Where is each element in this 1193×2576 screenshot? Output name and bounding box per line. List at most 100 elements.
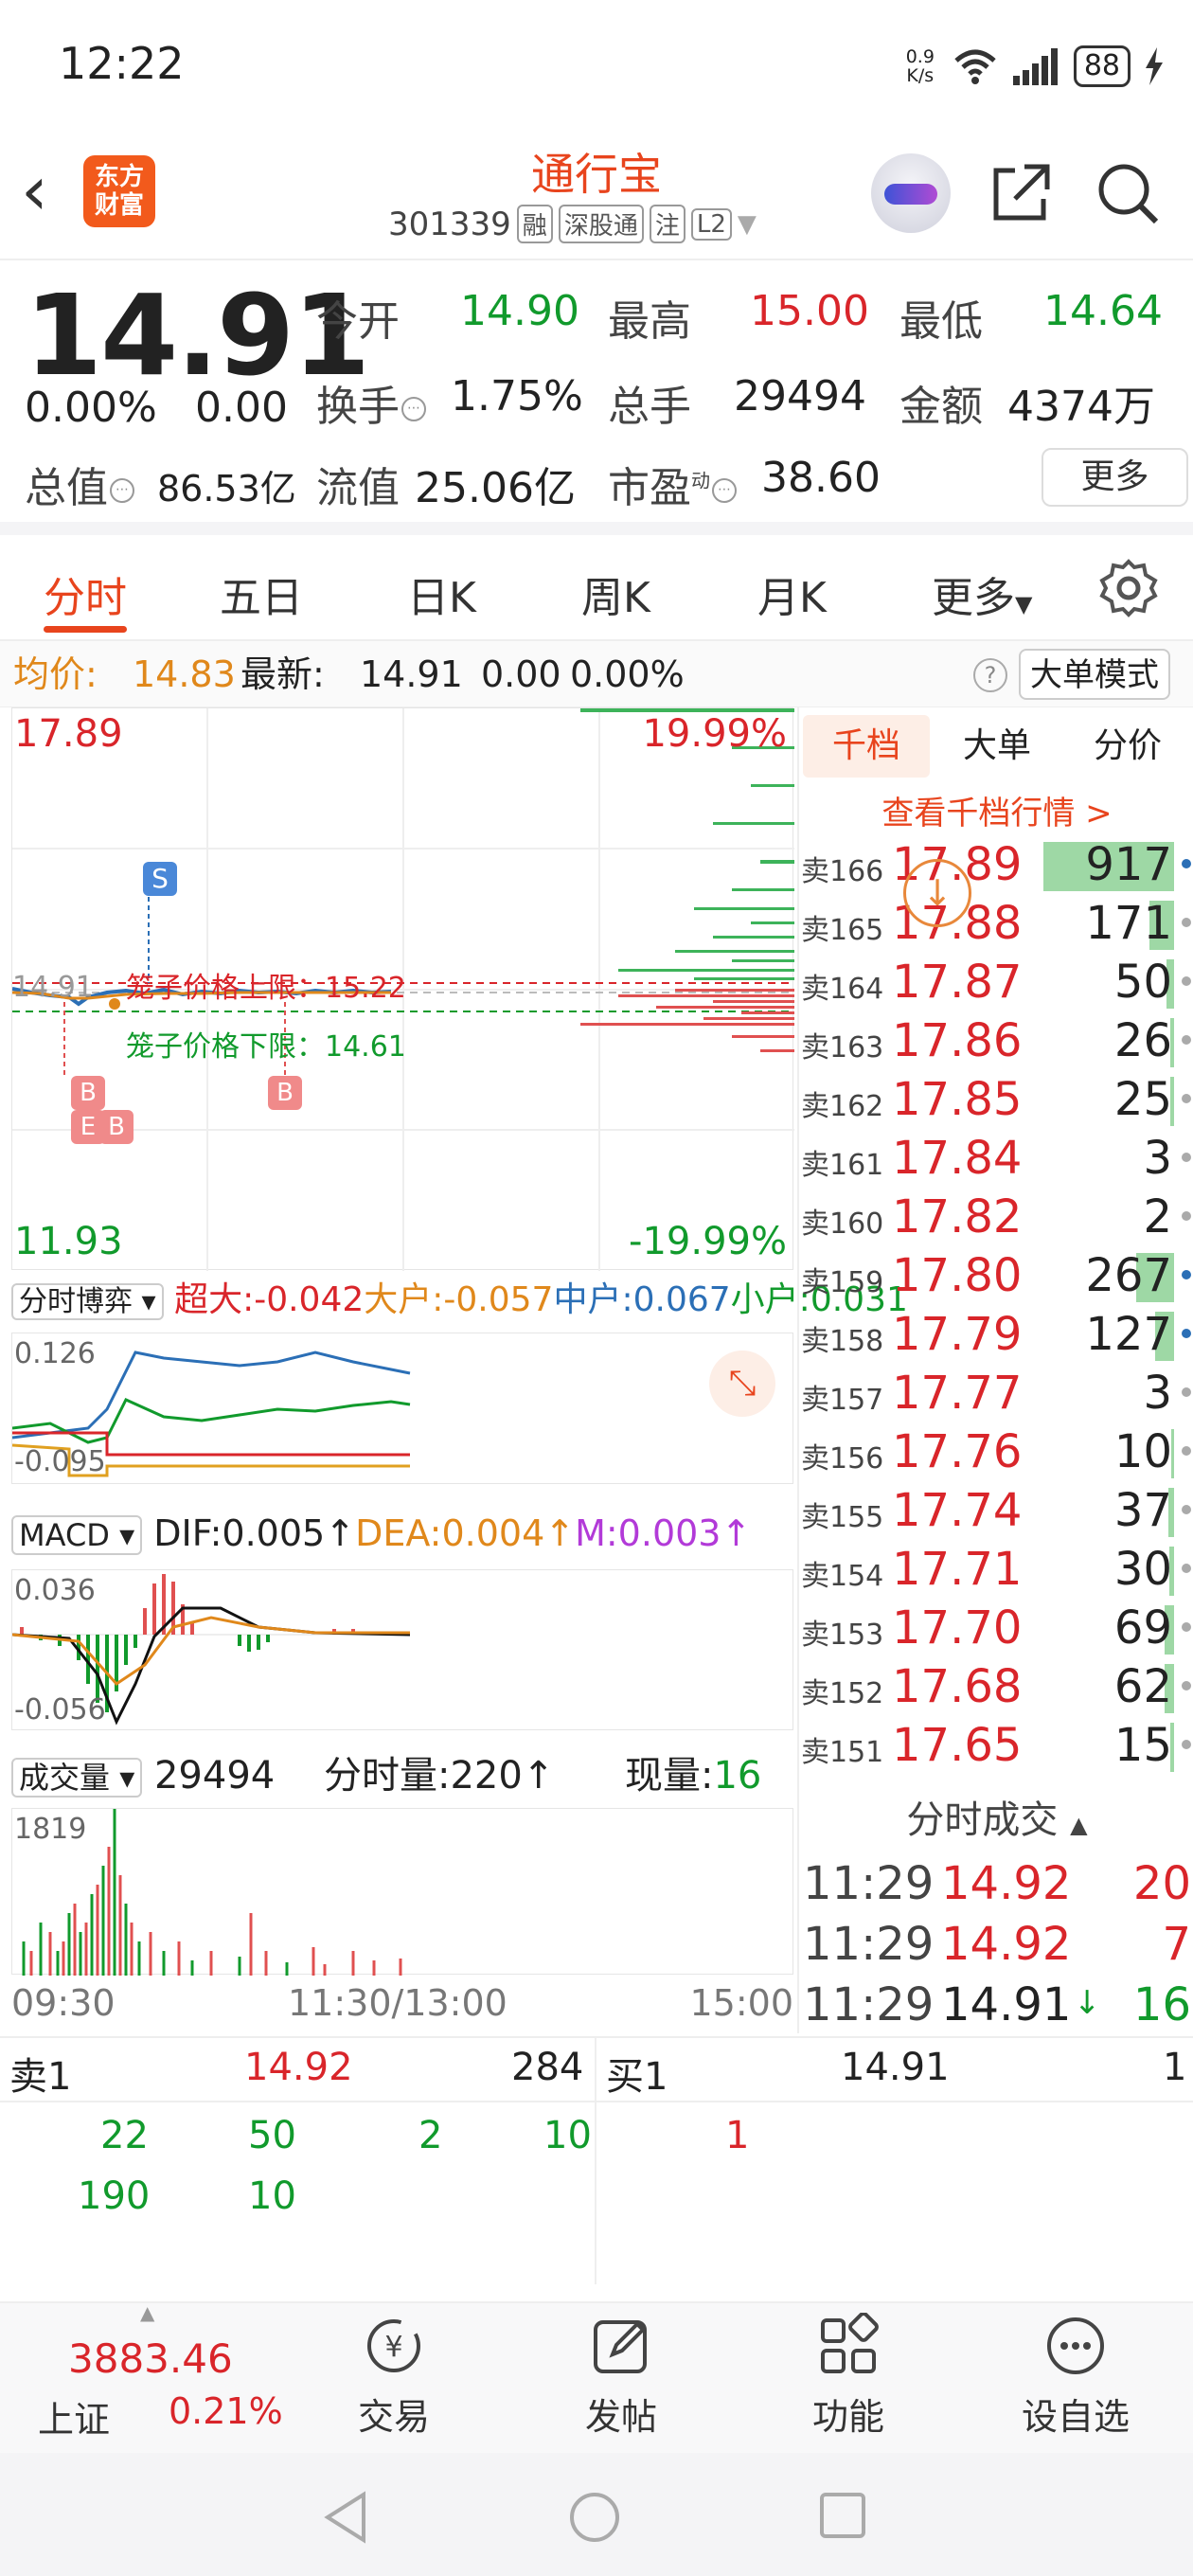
volume-header: 成交量 ▾ 29494 分时量:220↑ 现量:16 — [11, 1747, 793, 1804]
tab-intraday[interactable]: 分时 — [44, 564, 127, 624]
share-icon[interactable] — [987, 159, 1055, 227]
svg-text:¥: ¥ — [384, 2331, 402, 2364]
turnover-label: 换手 ⋯ — [316, 372, 432, 433]
intraday-price-chart[interactable]: 17.89 19.99% 11.93 -19.99% 14.91 笼子价格上限：… — [11, 707, 794, 1271]
pe-value: 38.60 — [761, 454, 881, 502]
super-large-value: -0.042 — [254, 1280, 365, 1319]
tag-margin: 融 — [516, 205, 553, 243]
assistant-robot-icon[interactable] — [871, 153, 951, 233]
nav-functions[interactable]: 功能 — [782, 2312, 915, 2440]
avg-value: 14.83 — [133, 653, 236, 695]
ask-row[interactable]: 卖165 17.88 171 — [799, 893, 1193, 952]
buy-marker[interactable]: B — [268, 1076, 302, 1110]
settings-gear-icon[interactable] — [1098, 558, 1159, 618]
nav-trade[interactable]: ¥ 交易 — [328, 2313, 460, 2440]
macd-dif: DIF:0.005↑ — [153, 1512, 356, 1554]
system-recents-icon[interactable] — [818, 2491, 867, 2540]
ask-row[interactable]: 卖161 17.84 3 — [799, 1128, 1193, 1187]
macd-axis-top: 0.036 — [14, 1574, 96, 1607]
system-back-icon[interactable] — [322, 2491, 369, 2544]
trade-yen-icon: ¥ — [367, 2319, 420, 2372]
volume-select[interactable]: 成交量 ▾ — [11, 1758, 143, 1798]
latest-change-pct: 0.00% — [570, 653, 685, 695]
ask-row[interactable]: 卖158 17.79 127 — [799, 1304, 1193, 1363]
collapse-caret-icon[interactable]: ▲ — [140, 2301, 154, 2324]
grid-functions-icon — [821, 2312, 879, 2373]
ask-row[interactable]: 卖164 17.87 50 — [799, 952, 1193, 1011]
volume-bars — [22, 1809, 402, 1976]
stock-code-line[interactable]: 301339 融 深股通 注 L2 ▼ — [388, 205, 757, 243]
ask-row[interactable]: 卖157 17.77 3 — [799, 1363, 1193, 1422]
ask-row[interactable]: 卖159 17.80 267 — [799, 1245, 1193, 1304]
index-value[interactable]: 3883.46 — [68, 2335, 233, 2382]
amount-label: 金额 — [899, 383, 983, 431]
open-label: 今开 — [316, 297, 400, 346]
big-order-mode-button[interactable]: 大单模式 — [1019, 649, 1170, 700]
tick-trade-row: 11:29 14.91 ↓ 16 — [803, 1978, 1191, 2031]
tab-monthly-k[interactable]: 月K — [757, 564, 827, 624]
tab-weekly-k[interactable]: 周K — [581, 564, 650, 624]
ask-row[interactable]: 卖166 17.89 917 — [799, 834, 1193, 893]
tab-five-day[interactable]: 五日 — [220, 564, 303, 624]
active-tab-underline — [44, 626, 127, 633]
buy-marker[interactable]: B — [71, 1076, 105, 1110]
ask-row[interactable]: 卖154 17.71 30 — [799, 1539, 1193, 1598]
order-book-panel: 千档 大单 分价 查看千档行情 > 卖166 17.89 917 卖165 17.88… — [797, 707, 1193, 2033]
search-icon[interactable] — [1094, 159, 1162, 227]
caret-down-icon: ▼ — [737, 209, 757, 239]
ask-row[interactable]: 卖155 17.74 37 — [799, 1480, 1193, 1539]
ask-row[interactable]: 卖163 17.86 26 — [799, 1011, 1193, 1069]
tag-registered: 注 — [649, 205, 686, 243]
game-indicator-select[interactable]: 分时博弈 ▾ — [11, 1283, 164, 1320]
sell-marker[interactable]: S — [143, 862, 177, 896]
ask-row[interactable]: 卖153 17.70 69 — [799, 1598, 1193, 1656]
index-percent[interactable]: 0.21% — [169, 2390, 283, 2432]
scroll-down-icon[interactable]: ↓ — [903, 859, 971, 927]
tab-thousand-levels[interactable]: 千档 — [803, 715, 930, 778]
game-indicator-chart[interactable]: 0.126 -0.095 ⤡ — [11, 1333, 793, 1484]
more-quote-button[interactable]: 更多 — [1042, 448, 1188, 507]
sell-queue-item: 190 — [78, 2174, 151, 2218]
tab-daily-k[interactable]: 日K — [407, 564, 476, 624]
info-icon: ⋯ — [712, 478, 737, 503]
average-price-bar: 均价: 14.83 最新: 14.91 0.00 0.00% ? 大单模式 — [0, 641, 1193, 707]
volume-axis-top: 1819 — [14, 1813, 87, 1846]
high-label: 最高 — [608, 297, 691, 346]
time-axis-start: 09:30 — [11, 1982, 116, 2024]
macd-dea: DEA:0.004↑ — [355, 1512, 576, 1554]
tick-trades-title[interactable]: 分时成交 ▲ — [799, 1789, 1193, 1844]
latest-value: 14.91 — [360, 653, 463, 695]
tab-big-orders[interactable]: 大单 — [934, 715, 1060, 778]
ask-row[interactable]: 卖162 17.85 25 — [799, 1069, 1193, 1128]
expand-icon[interactable]: ⤡ — [709, 1351, 775, 1417]
edit-post-icon — [594, 2320, 647, 2373]
system-home-icon[interactable] — [568, 2491, 621, 2544]
ask-row[interactable]: 卖156 17.76 10 — [799, 1422, 1193, 1480]
ask-row[interactable]: 卖151 17.65 15 — [799, 1715, 1193, 1774]
buy-marker[interactable]: B — [99, 1110, 134, 1144]
latest-label: 最新: — [240, 653, 325, 695]
float-value: 25.06亿 — [415, 464, 576, 512]
macd-chart[interactable]: 0.036 -0.056 — [11, 1569, 793, 1730]
sell-queue-item: 50 — [248, 2114, 296, 2157]
index-name[interactable]: 上证 — [38, 2390, 110, 2442]
tab-price-distribution[interactable]: 分价 — [1064, 715, 1191, 778]
signal-icon — [1012, 48, 1058, 85]
stock-header: ‹ 东方 财富 通行宝 301339 融 深股通 注 L2 ▼ — [0, 133, 1193, 260]
volume-value: 29494 — [734, 372, 866, 420]
macd-select[interactable]: MACD ▾ — [11, 1515, 143, 1555]
nav-add-watchlist[interactable]: 设自选 — [1009, 2313, 1142, 2440]
view-depth-link[interactable]: 查看千档行情 > — [799, 787, 1193, 833]
help-icon[interactable]: ? — [973, 658, 1007, 692]
nav-post[interactable]: 发帖 — [555, 2313, 687, 2440]
sell-queue-item: 10 — [543, 2114, 592, 2157]
macd-m: M:0.003↑ — [575, 1512, 752, 1554]
upper-limit-label: 笼子价格上限：15.22 — [126, 972, 406, 1005]
price-axis-top: 17.89 — [14, 712, 123, 756]
sell-queue-item: 2 — [418, 2114, 443, 2157]
tab-more[interactable]: 更多▼ — [932, 564, 1032, 624]
pct-axis-bottom: -19.99% — [629, 1220, 787, 1263]
ask-row[interactable]: 卖152 17.68 62 — [799, 1656, 1193, 1715]
ask-row[interactable]: 卖160 17.82 2 — [799, 1187, 1193, 1245]
volume-chart[interactable]: 1819 — [11, 1808, 793, 1976]
